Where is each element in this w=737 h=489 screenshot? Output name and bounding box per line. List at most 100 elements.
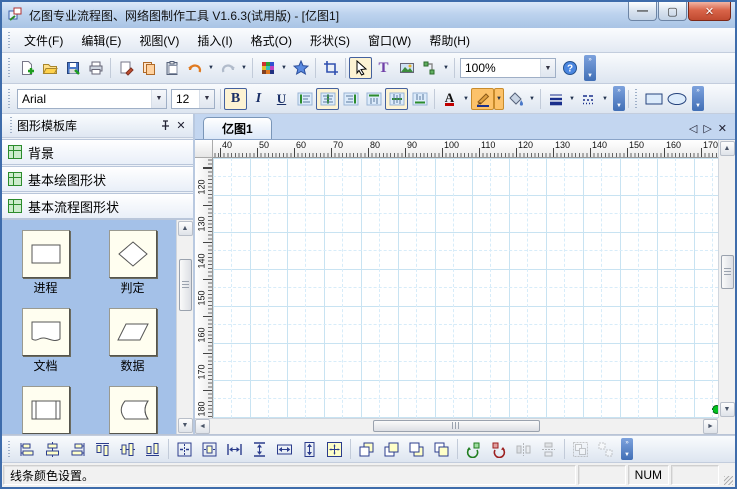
- fill-color-dropdown[interactable]: ▼: [527, 88, 537, 110]
- font-size-combobox[interactable]: 12 ▼: [171, 89, 215, 109]
- menu-insert[interactable]: 插入(I): [188, 29, 241, 52]
- center-vertically-button[interactable]: [197, 438, 222, 460]
- ellipse-shape-button[interactable]: [665, 88, 689, 110]
- scroll-right-icon[interactable]: ►: [703, 419, 718, 434]
- chevron-down-icon[interactable]: ▼: [540, 59, 555, 77]
- font-color-dropdown[interactable]: ▼: [461, 88, 471, 110]
- font-color-button[interactable]: A: [438, 88, 461, 110]
- align-top-button[interactable]: [362, 88, 385, 110]
- redo-dropdown[interactable]: ▼: [239, 57, 249, 79]
- tab-close-icon[interactable]: ✕: [718, 122, 727, 135]
- panel-scrollbar[interactable]: ▲ ▼: [176, 220, 193, 434]
- page-setup-button[interactable]: [114, 57, 137, 79]
- font-combobox[interactable]: Arial ▼: [17, 89, 167, 109]
- undo-dropdown[interactable]: ▼: [206, 57, 216, 79]
- same-size-button[interactable]: [322, 438, 347, 460]
- toolbar-overflow-button[interactable]: »▼: [613, 86, 625, 111]
- align-center-button[interactable]: [316, 88, 339, 110]
- new-document-button[interactable]: [15, 57, 38, 79]
- help-button[interactable]: ?: [558, 57, 581, 79]
- chevron-down-icon[interactable]: ▼: [151, 90, 166, 108]
- toolbar-overflow-button[interactable]: »▼: [692, 86, 704, 111]
- line-style-dropdown[interactable]: ▼: [600, 88, 610, 110]
- crop-button[interactable]: [319, 57, 342, 79]
- pin-icon[interactable]: [157, 118, 173, 134]
- scroll-up-icon[interactable]: ▲: [720, 141, 735, 156]
- pointer-tool-button[interactable]: [349, 57, 372, 79]
- paste-button[interactable]: [160, 57, 183, 79]
- scroll-thumb[interactable]: [721, 255, 734, 289]
- close-button[interactable]: ✕: [688, 2, 731, 21]
- undo-button[interactable]: [183, 57, 206, 79]
- rotate-left-button[interactable]: [461, 438, 486, 460]
- line-weight-dropdown[interactable]: ▼: [567, 88, 577, 110]
- underline-button[interactable]: U: [270, 88, 293, 110]
- scroll-down-icon[interactable]: ▼: [178, 418, 193, 433]
- group-background[interactable]: 背景: [2, 139, 193, 165]
- tab-next-icon[interactable]: ▷: [703, 122, 711, 135]
- shape-document[interactable]: 文档: [4, 308, 88, 374]
- bring-forward-button[interactable]: [354, 438, 379, 460]
- toolbar-grip[interactable]: [7, 58, 12, 78]
- scroll-down-icon[interactable]: ▼: [720, 402, 735, 417]
- connector-dropdown[interactable]: ▼: [441, 57, 451, 79]
- align-bottom-button[interactable]: [408, 88, 431, 110]
- bold-button[interactable]: B: [224, 88, 247, 110]
- artistic-effect-button[interactable]: [289, 57, 312, 79]
- shape-data[interactable]: 数据: [91, 308, 175, 374]
- zoom-combobox[interactable]: 100% ▼: [460, 58, 556, 78]
- italic-button[interactable]: I: [247, 88, 270, 110]
- line-color-button[interactable]: [471, 88, 494, 110]
- bring-to-front-button[interactable]: [379, 438, 404, 460]
- panel-grip[interactable]: [9, 117, 14, 133]
- menu-help[interactable]: 帮助(H): [420, 29, 479, 52]
- align-shapes-top-button[interactable]: [90, 438, 115, 460]
- panel-close-icon[interactable]: ✕: [173, 118, 189, 134]
- chevron-down-icon[interactable]: ▼: [199, 90, 214, 108]
- drawing-canvas[interactable]: [213, 158, 718, 418]
- document-tab[interactable]: 亿图1: [203, 117, 272, 139]
- toolbar-grip[interactable]: [634, 89, 639, 108]
- maximize-button[interactable]: ▢: [658, 2, 687, 21]
- send-backward-button[interactable]: [404, 438, 429, 460]
- group-basic-flowchart-shapes[interactable]: 基本流程图形状: [2, 193, 193, 219]
- align-shapes-left-button[interactable]: [15, 438, 40, 460]
- align-shapes-middle-button[interactable]: [115, 438, 140, 460]
- tab-prev-icon[interactable]: ◁: [689, 122, 697, 135]
- line-weight-button[interactable]: [544, 88, 567, 110]
- color-schemes-dropdown[interactable]: ▼: [279, 57, 289, 79]
- save-button[interactable]: [61, 57, 84, 79]
- group-basic-drawing-shapes[interactable]: 基本绘图形状: [2, 166, 193, 192]
- align-middle-button[interactable]: [385, 88, 408, 110]
- copy-button[interactable]: [137, 57, 160, 79]
- redo-button[interactable]: [216, 57, 239, 79]
- align-shapes-center-button[interactable]: [40, 438, 65, 460]
- align-right-button[interactable]: [339, 88, 362, 110]
- menu-format[interactable]: 格式(O): [242, 29, 301, 52]
- rectangle-shape-button[interactable]: [642, 88, 665, 110]
- text-tool-button[interactable]: T: [372, 57, 395, 79]
- scroll-thumb[interactable]: [179, 259, 192, 311]
- shape-predefined-process[interactable]: 预先定义的进程: [4, 386, 88, 434]
- shape-decision[interactable]: 判定: [91, 230, 175, 296]
- align-shapes-bottom-button[interactable]: [140, 438, 165, 460]
- color-schemes-button[interactable]: [256, 57, 279, 79]
- line-color-dropdown[interactable]: ▼: [494, 88, 504, 110]
- toolbar-grip[interactable]: [7, 441, 12, 458]
- menu-shape[interactable]: 形状(S): [301, 29, 359, 52]
- menu-view[interactable]: 视图(V): [130, 29, 188, 52]
- same-height-button[interactable]: [297, 438, 322, 460]
- toolbar-grip[interactable]: [7, 89, 12, 108]
- group-button[interactable]: [568, 438, 593, 460]
- connector-tool-button[interactable]: [418, 57, 441, 79]
- fill-color-button[interactable]: [504, 88, 527, 110]
- minimize-button[interactable]: —: [628, 2, 657, 21]
- scroll-left-icon[interactable]: ◄: [195, 419, 210, 434]
- send-to-back-button[interactable]: [429, 438, 454, 460]
- align-left-button[interactable]: [293, 88, 316, 110]
- flip-vertical-button[interactable]: [536, 438, 561, 460]
- space-down-button[interactable]: [247, 438, 272, 460]
- toolbar-overflow-button[interactable]: »▼: [584, 55, 596, 81]
- scroll-thumb[interactable]: [373, 420, 541, 432]
- rotate-right-button[interactable]: [486, 438, 511, 460]
